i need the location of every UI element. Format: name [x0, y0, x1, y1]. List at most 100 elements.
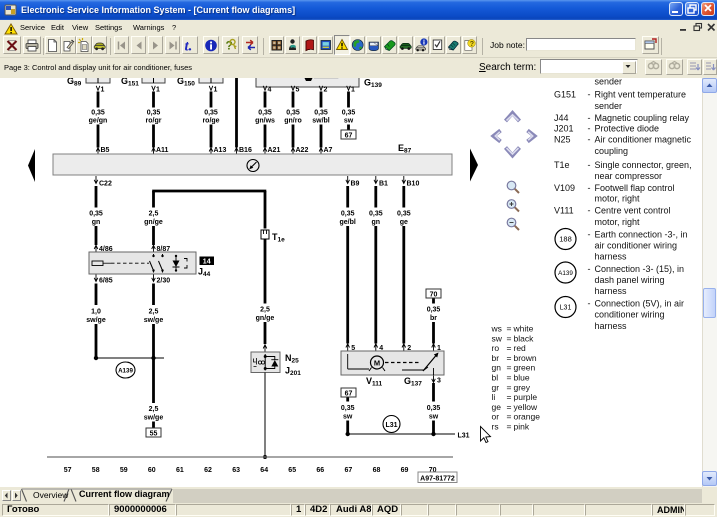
svg-text:69: 69: [401, 467, 409, 474]
svg-text:0,35: 0,35: [427, 405, 441, 412]
svg-text:14: 14: [203, 259, 211, 266]
svg-text:harness: harness: [595, 321, 628, 331]
svg-text:0,35: 0,35: [89, 211, 103, 218]
svg-text:=: =: [507, 324, 512, 334]
svg-text:sender: sender: [595, 78, 623, 87]
svg-text:J44: J44: [198, 267, 211, 279]
svg-text:-: -: [588, 230, 591, 240]
svg-text:dash panel wiring: dash panel wiring: [595, 275, 665, 285]
svg-text:60: 60: [148, 467, 156, 474]
svg-text:G151: G151: [121, 78, 139, 88]
svg-text:br: br: [430, 315, 437, 322]
svg-text:gn: gn: [92, 219, 101, 226]
svg-text:A11: A11: [156, 147, 169, 154]
svg-text:Air conditioner magnetic: Air conditioner magnetic: [595, 135, 692, 145]
svg-text:Connection (5V), in air: Connection (5V), in air: [595, 299, 685, 309]
svg-text:ws: ws: [491, 324, 502, 334]
svg-text:C22: C22: [99, 181, 112, 188]
svg-text:sw: sw: [429, 414, 439, 421]
svg-text:gn/ge: gn/ge: [144, 219, 163, 226]
svg-text:br: br: [492, 353, 500, 363]
svg-text:J201: J201: [554, 124, 574, 134]
svg-text:L31: L31: [385, 422, 397, 429]
svg-text:ge: ge: [492, 402, 502, 412]
svg-text:T1e: T1e: [554, 160, 570, 170]
svg-text:harness: harness: [595, 252, 628, 262]
svg-text:T1e: T1e: [272, 232, 285, 244]
svg-text:E87: E87: [398, 143, 412, 155]
svg-text:ro: ro: [492, 343, 500, 353]
svg-text:0,35: 0,35: [341, 405, 355, 412]
svg-text:-: -: [588, 90, 591, 100]
svg-text:V109: V109: [554, 183, 575, 193]
svg-text:=: =: [507, 422, 512, 432]
svg-text:bl: bl: [492, 373, 499, 383]
svg-text:harness: harness: [595, 286, 628, 296]
svg-text:-: -: [588, 264, 591, 274]
svg-text:0,35: 0,35: [369, 211, 383, 218]
svg-text:J201: J201: [285, 366, 301, 378]
svg-text:gn/ws: gn/ws: [255, 118, 275, 125]
svg-text:4: 4: [268, 87, 272, 94]
svg-text:brown: brown: [514, 353, 537, 363]
svg-text:-: -: [588, 124, 591, 134]
svg-text:=: =: [507, 343, 512, 353]
svg-text:68: 68: [373, 467, 381, 474]
svg-text:0,35: 0,35: [342, 110, 356, 117]
svg-text:ge/bl: ge/bl: [340, 219, 356, 226]
svg-text:sw: sw: [343, 414, 353, 421]
svg-text:green: green: [514, 363, 536, 373]
svg-text:5: 5: [296, 87, 300, 94]
svg-text:=: =: [507, 402, 512, 412]
svg-text:coupling: coupling: [595, 146, 629, 156]
svg-text:V111: V111: [554, 206, 574, 216]
svg-text:B16: B16: [239, 147, 252, 154]
svg-text:-: -: [588, 160, 591, 170]
svg-text:red: red: [514, 343, 527, 353]
svg-text:li: li: [492, 392, 496, 402]
svg-text:65: 65: [288, 467, 296, 474]
svg-text:L31: L31: [458, 433, 470, 440]
svg-text:=: =: [507, 412, 512, 422]
svg-text:sw/bl: sw/bl: [312, 118, 330, 125]
svg-text:A22: A22: [296, 147, 309, 154]
svg-text:ge/gn: ge/gn: [89, 118, 108, 125]
svg-text:gn/ro: gn/ro: [284, 118, 302, 125]
svg-text:58: 58: [92, 467, 100, 474]
svg-text:61: 61: [176, 467, 184, 474]
svg-text:=: =: [507, 363, 512, 373]
svg-text:62: 62: [204, 467, 212, 474]
svg-text:G89: G89: [67, 78, 82, 88]
svg-text:sw: sw: [344, 118, 354, 125]
svg-text:sender: sender: [595, 101, 623, 111]
svg-text:0,35: 0,35: [397, 211, 411, 218]
svg-text:Single connector, green,: Single connector, green,: [595, 160, 692, 170]
svg-text:-: -: [588, 299, 591, 309]
svg-text:57: 57: [64, 467, 72, 474]
svg-text:?: ?: [469, 41, 473, 48]
svg-text:A139: A139: [118, 368, 133, 375]
svg-text:sw: sw: [492, 333, 503, 343]
svg-text:sw/ge: sw/ge: [86, 317, 106, 324]
svg-text:gr: gr: [492, 382, 500, 392]
svg-text:70: 70: [430, 292, 438, 299]
svg-text:blue: blue: [514, 373, 530, 383]
svg-text:3: 3: [437, 378, 441, 385]
svg-text:0,35: 0,35: [314, 110, 328, 117]
svg-text:1: 1: [101, 87, 105, 94]
svg-text:0,35: 0,35: [147, 110, 161, 117]
svg-text:ge: ge: [400, 219, 408, 226]
svg-text:67: 67: [345, 391, 353, 398]
svg-text:A13: A13: [214, 147, 227, 154]
svg-text:grey: grey: [514, 382, 531, 392]
svg-text:white: white: [513, 324, 534, 334]
svg-text:1: 1: [351, 87, 355, 94]
svg-text:V111: V111: [366, 376, 383, 388]
svg-text:2,5: 2,5: [149, 406, 159, 413]
svg-text:A139: A139: [558, 270, 573, 277]
svg-text:motor, right: motor, right: [595, 217, 641, 227]
svg-text:-: -: [588, 206, 591, 216]
svg-text:2,5: 2,5: [260, 307, 270, 314]
svg-text:67: 67: [345, 467, 353, 474]
svg-text:air conditioner wiring: air conditioner wiring: [595, 241, 678, 251]
